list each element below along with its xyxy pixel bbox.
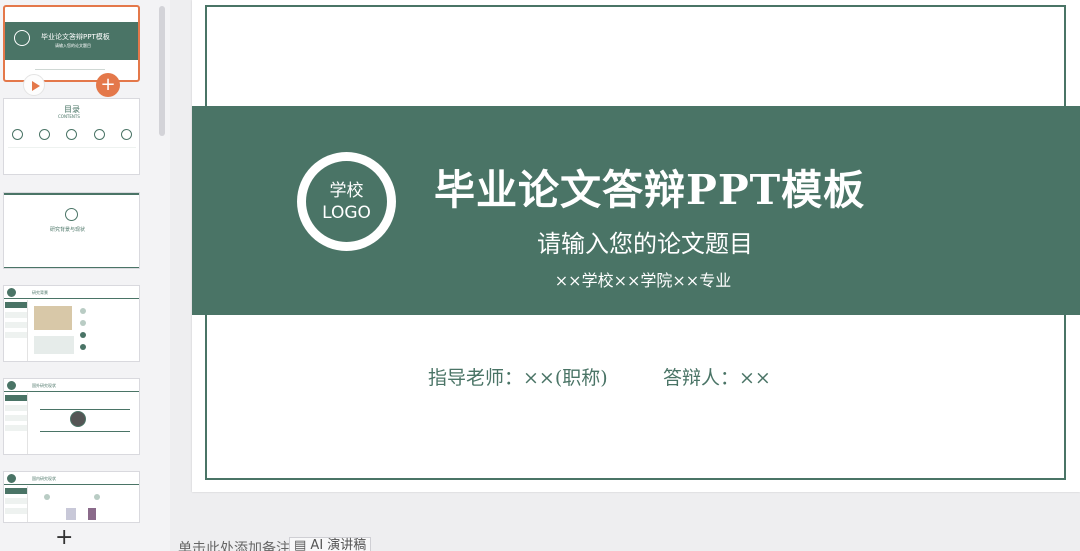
slide-thumbnail-4[interactable]: 研究背景 (3, 285, 140, 362)
logo-text-logo: LOGO (322, 202, 371, 223)
add-slide-button[interactable]: + (55, 527, 73, 549)
slide-thumbnail-2[interactable]: 目录 CONTENTS (3, 98, 140, 175)
slide-thumbnail-5[interactable]: 国外研究现状 (3, 378, 140, 455)
advisor-text[interactable]: 指导老师：××(职称) (428, 363, 608, 390)
ai-speech-label: AI 演讲稿 (310, 538, 367, 551)
slide-thumbnail-6[interactable]: 国内研究现状 (3, 471, 140, 523)
ai-speech-icon: ▤ (294, 538, 311, 551)
slide-thumbnail-3[interactable]: 研究背景与现状 (3, 192, 140, 269)
slide-title[interactable]: 毕业论文答辩PPT模板 (434, 156, 865, 216)
insert-slide-button[interactable]: + (96, 73, 120, 97)
school-department-text[interactable]: ××学校××学院××专业 (192, 267, 1080, 291)
play-slideshow-button[interactable] (23, 74, 45, 96)
slide-canvas[interactable]: 学校 LOGO 毕业论文答辩PPT模板 请输入您的论文题目 ××学校××学院××… (192, 0, 1080, 492)
title-band: 学校 LOGO 毕业论文答辩PPT模板 请输入您的论文题目 ××学校××学院××… (192, 106, 1080, 315)
slide-thumbnail-1[interactable]: 毕业论文答辩PPT模板 请输入您的论文题目 (3, 5, 140, 82)
slide-subtitle[interactable]: 请输入您的论文题目 (192, 224, 1080, 259)
thumbnail-5-title: 国外研究现状 (32, 383, 56, 388)
thumbnail-scrollbar[interactable] (159, 6, 165, 136)
thumbnail-2-subtitle: CONTENTS (58, 114, 80, 119)
thumbnail-3-title: 研究背景与现状 (50, 227, 86, 233)
logo-text-school: 学校 (329, 180, 364, 201)
ai-speech-draft-button[interactable]: ▤ AI 演讲稿 (289, 537, 372, 551)
slide-thumbnail-panel: 毕业论文答辩PPT模板 请输入您的论文题目 + 目录 CONTENTS 研究背景… (0, 0, 170, 551)
thumbnail-1-title: 毕业论文答辩PPT模板 (41, 33, 110, 41)
defender-text[interactable]: 答辩人：×× (663, 363, 771, 390)
thumbnail-1-subtitle: 请输入您的论文题目 (55, 43, 91, 48)
thumbnail-4-title: 研究背景 (32, 290, 48, 295)
notes-placeholder[interactable]: 单击此处添加备注 (178, 538, 290, 551)
thumbnail-6-title: 国内研究现状 (32, 476, 56, 481)
